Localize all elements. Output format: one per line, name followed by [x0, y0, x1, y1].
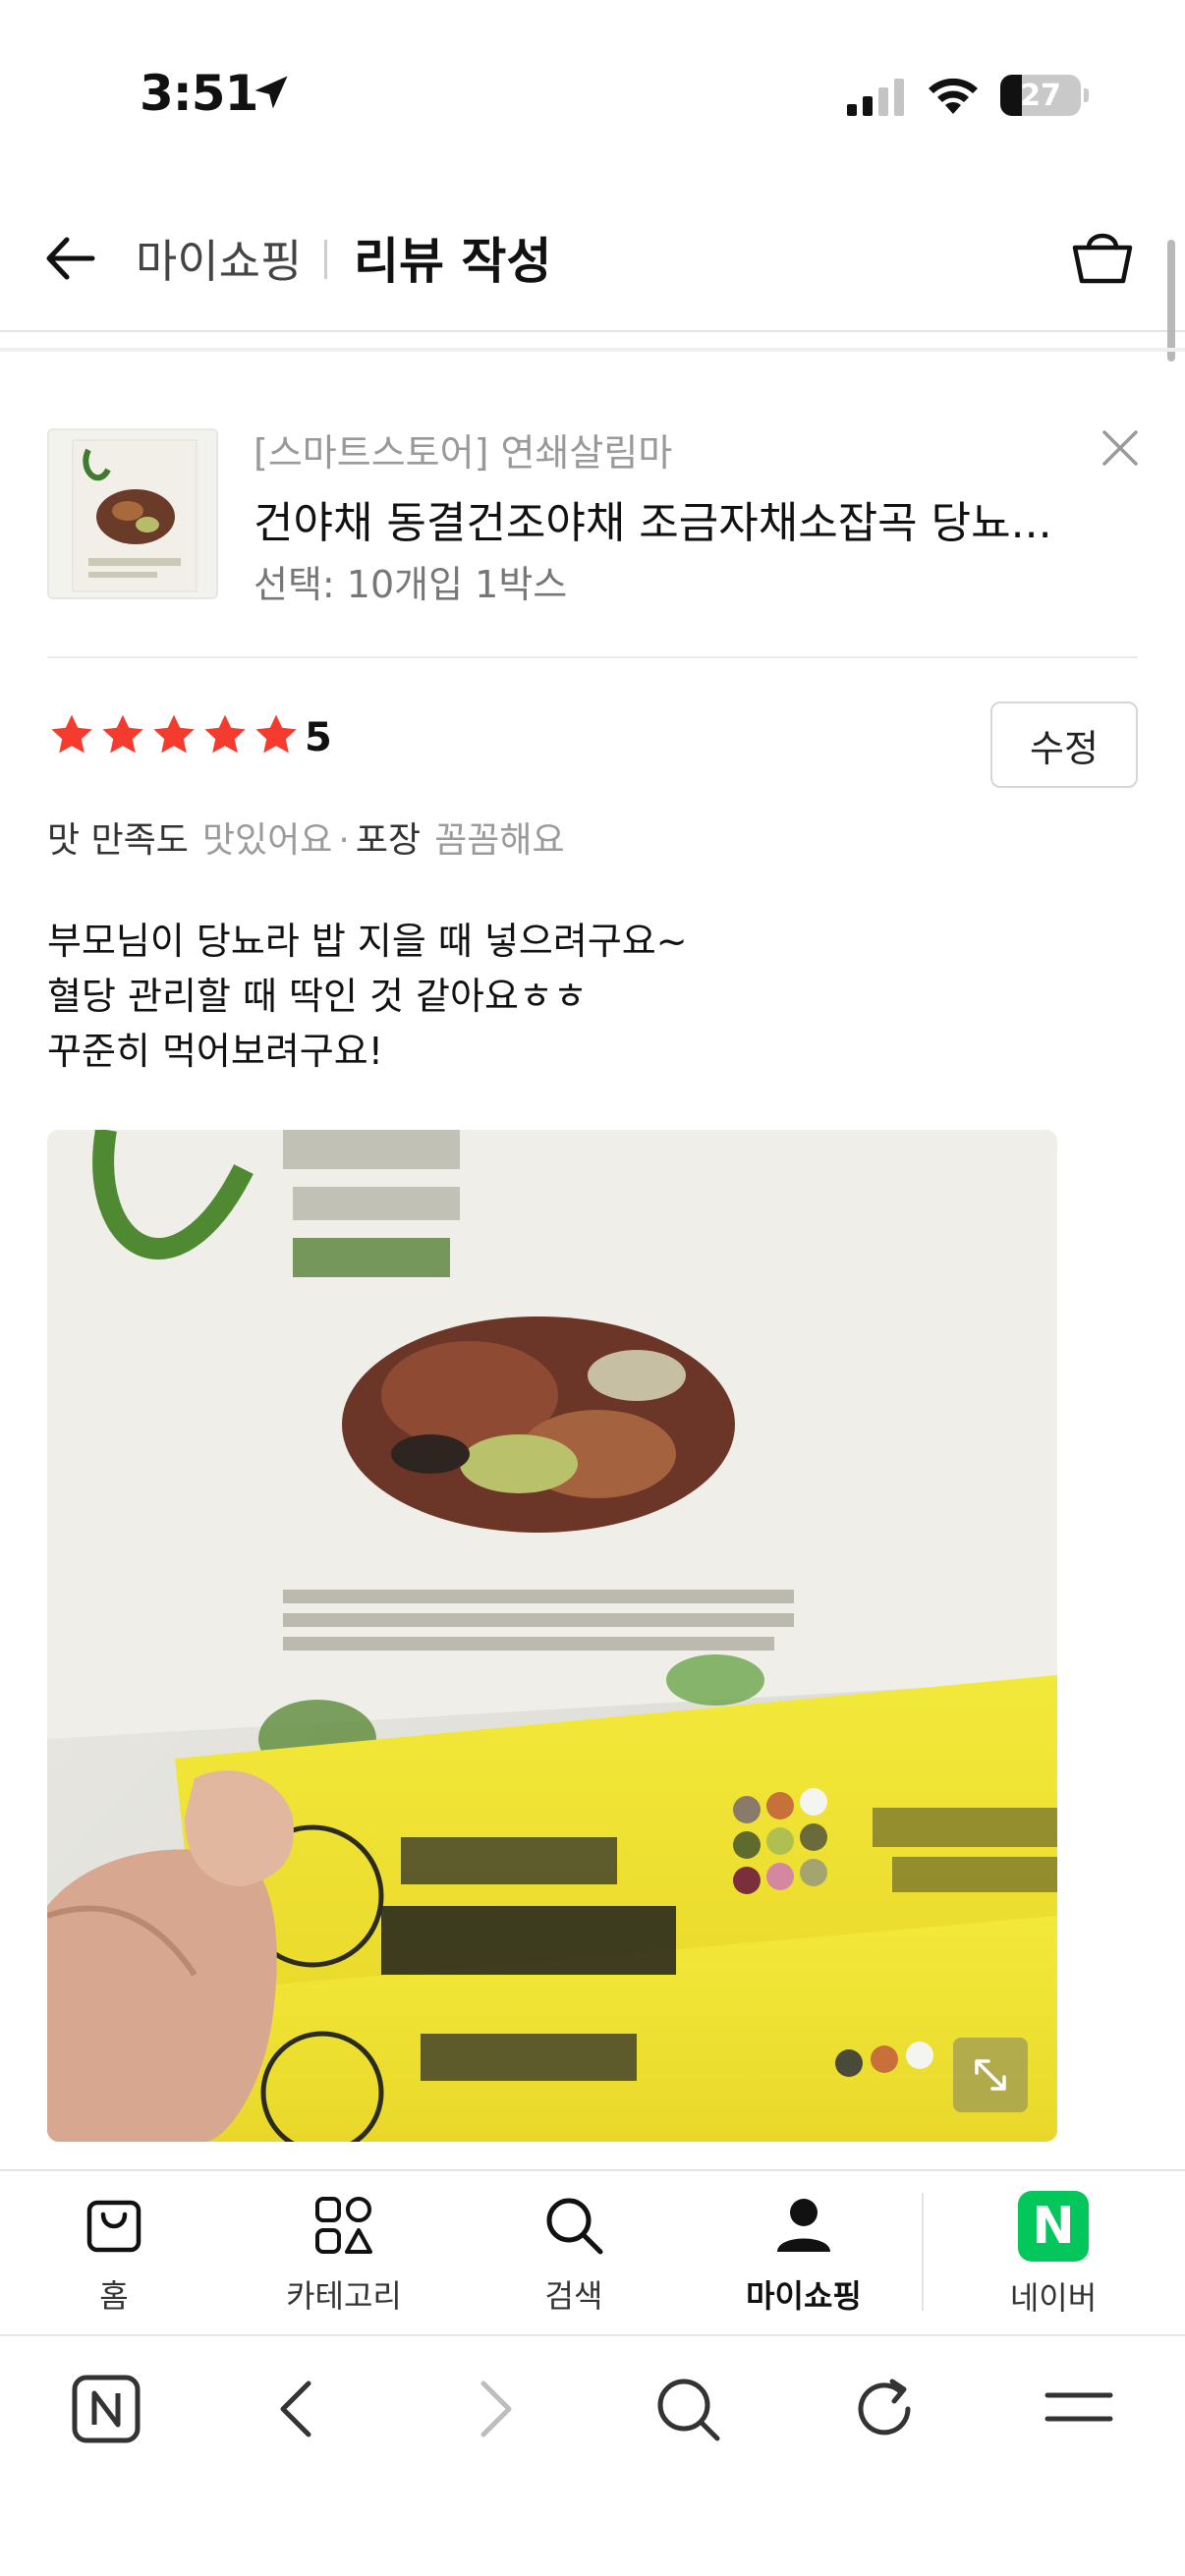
category-grid-icon	[315, 2197, 372, 2254]
tag-taste-value: 맛있어요	[201, 820, 333, 861]
tag-packaging-value: 꼼꼼해요	[434, 820, 565, 861]
browser-toolbar	[0, 2334, 1185, 2576]
breadcrumb-divider	[324, 240, 327, 279]
breadcrumb-myshopping[interactable]: 마이쇼핑	[136, 226, 302, 291]
tab-divider	[922, 2193, 924, 2311]
location-arrow-icon	[254, 76, 288, 109]
shopping-bag-icon[interactable]	[1067, 220, 1138, 291]
star-icon	[204, 714, 246, 754]
product-option: 선택: 10개입 1박스	[254, 563, 568, 606]
person-icon	[777, 2199, 830, 2252]
product-thumbnail	[47, 428, 218, 599]
bottom-tab-bar: 홈 카테고리 검색 마이쇼핑 N 네이버	[0, 2169, 1185, 2334]
rating-score: 5	[305, 715, 332, 760]
section-divider	[0, 348, 1185, 352]
status-time: 3:51	[140, 65, 258, 122]
tab-search[interactable]: 검색	[476, 2191, 672, 2328]
tag-separator: ·	[338, 820, 350, 861]
cellular-signal-icon	[847, 79, 904, 116]
star-icon	[51, 714, 92, 754]
star-icon	[255, 714, 297, 754]
review-line: 혈당 관리할 때 딱인 것 같아요ㅎㅎ	[47, 975, 588, 1018]
battery-level: 27	[1020, 79, 1061, 113]
menu-icon[interactable]	[1040, 2370, 1118, 2448]
product-store[interactable]: [스마트스토어] 연쇄살림마	[254, 422, 672, 476]
browser-search-icon[interactable]	[649, 2370, 727, 2448]
browser-forward-icon[interactable]	[454, 2370, 533, 2448]
product-card: [스마트스토어] 연쇄살림마 건야채 동결건조야채 조금자채소잡곡 당뇨... …	[47, 413, 1138, 658]
tab-myshopping-label: 마이쇼핑	[746, 2277, 862, 2315]
status-bar: 3:51 27	[0, 0, 1185, 187]
battery-icon: 27	[1000, 75, 1089, 116]
page-title: 리뷰 작성	[354, 233, 552, 290]
review-line: 부모님이 당뇨라 밥 지을 때 넣으려구요~	[47, 920, 688, 963]
review-tags: 맛 만족도 맛있어요 · 포장 꼼꼼해요	[47, 812, 565, 863]
page-header: 마이쇼핑 리뷰 작성	[0, 196, 1185, 332]
naver-home-icon[interactable]	[67, 2370, 145, 2448]
rating-row: 5 수정	[47, 698, 1138, 788]
star-rating	[47, 711, 301, 760]
star-icon	[153, 714, 195, 754]
tab-naver[interactable]: N 네이버	[955, 2191, 1152, 2328]
expand-icon[interactable]	[953, 2038, 1028, 2112]
tab-category-label: 카테고리	[286, 2277, 402, 2315]
product-name[interactable]: 건야채 동결건조야채 조금자채소잡곡 당뇨...	[254, 487, 1052, 550]
search-icon	[546, 2198, 603, 2255]
tab-home-label: 홈	[99, 2277, 129, 2315]
tab-search-label: 검색	[544, 2277, 603, 2315]
naver-logo-icon: N	[1018, 2191, 1089, 2262]
edit-button[interactable]: 수정	[990, 701, 1138, 788]
refresh-icon[interactable]	[845, 2370, 924, 2448]
tab-myshopping[interactable]: 마이쇼핑	[705, 2191, 902, 2328]
review-photo[interactable]	[47, 1130, 1057, 2142]
tag-packaging-key: 포장	[355, 820, 422, 861]
review-text: 부모님이 당뇨라 밥 지을 때 넣으려구요~ 혈당 관리할 때 딱인 것 같아요…	[47, 914, 1128, 1079]
tab-naver-label: 네이버	[1009, 2279, 1098, 2317]
tab-category[interactable]: 카테고리	[246, 2191, 442, 2328]
tab-home[interactable]: 홈	[16, 2191, 212, 2328]
star-icon	[102, 714, 143, 754]
browser-back-icon[interactable]	[259, 2370, 338, 2448]
scrollbar-thumb[interactable]	[1167, 240, 1175, 362]
tag-taste-key: 맛 만족도	[47, 820, 189, 861]
close-icon[interactable]	[1097, 424, 1144, 472]
back-arrow-icon[interactable]	[37, 224, 106, 293]
wifi-icon	[929, 78, 978, 114]
shopping-bag-home-icon	[86, 2200, 141, 2253]
review-line: 꾸준히 먹어보려구요!	[47, 1030, 383, 1073]
